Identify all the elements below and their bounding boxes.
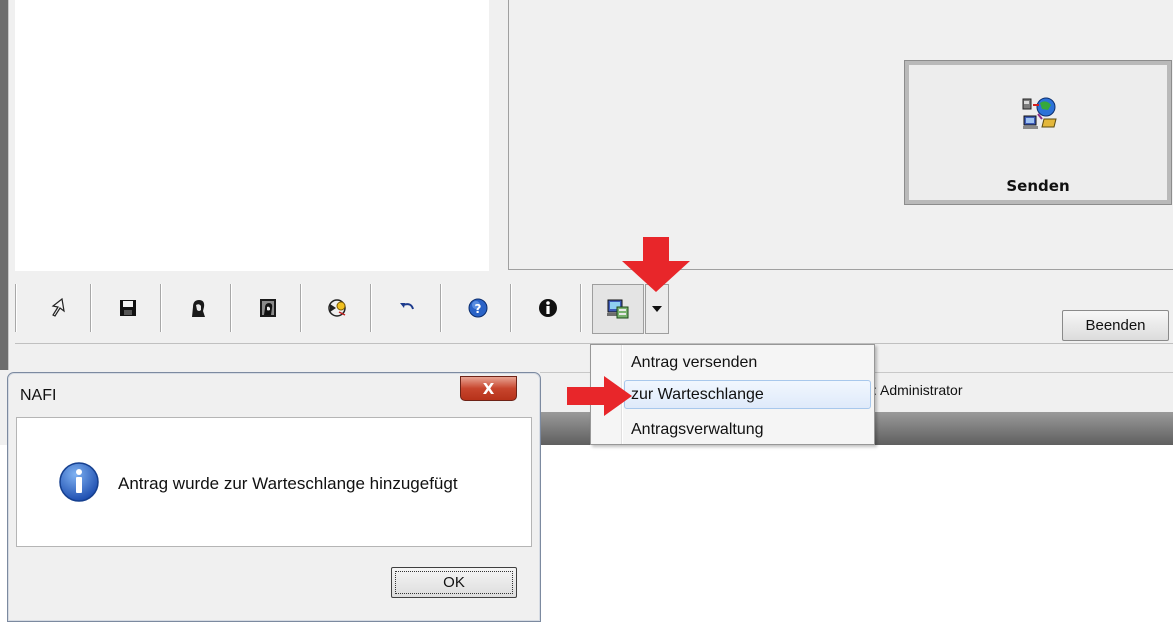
toolbar-separator bbox=[510, 284, 512, 332]
menu-item-antrag-versenden[interactable]: Antrag versenden bbox=[631, 349, 757, 377]
person-button[interactable] bbox=[174, 288, 222, 328]
focus-ring bbox=[395, 571, 513, 594]
toolbar-separator bbox=[90, 284, 92, 332]
menu-item-antragsverwaltung[interactable]: Antragsverwaltung bbox=[631, 416, 764, 444]
share-button[interactable] bbox=[314, 288, 362, 328]
toolbar-separator bbox=[440, 284, 442, 332]
save-button[interactable] bbox=[104, 288, 152, 328]
close-icon: X bbox=[482, 379, 495, 398]
svg-text:?: ? bbox=[475, 302, 482, 316]
info-icon bbox=[59, 462, 99, 502]
ok-button[interactable]: OK bbox=[391, 567, 517, 598]
menu-item-zur-warteschlange[interactable]: zur Warteschlange bbox=[631, 381, 764, 409]
dialog-message: Antrag wurde zur Warteschlange hinzugefü… bbox=[118, 474, 458, 493]
annotation-arrow-down-icon bbox=[622, 237, 690, 292]
dialog-title: NAFI bbox=[20, 387, 57, 404]
person-icon bbox=[192, 300, 205, 317]
pointer-icon bbox=[51, 297, 65, 317]
window-left-frame bbox=[8, 0, 15, 370]
toolbar-separator bbox=[300, 284, 302, 332]
status-user-text: : Administrator bbox=[873, 382, 963, 398]
undo-icon bbox=[400, 303, 414, 310]
send-button[interactable]: Senden bbox=[904, 60, 1172, 205]
framed-person-icon bbox=[260, 299, 276, 317]
dialog-close-button[interactable]: X bbox=[460, 376, 517, 401]
pointer-tool-button[interactable] bbox=[34, 288, 82, 328]
info-icon bbox=[539, 299, 557, 317]
toolbar-separator bbox=[580, 284, 582, 332]
help-button[interactable]: ? bbox=[454, 288, 502, 328]
save-icon bbox=[120, 300, 136, 316]
message-dialog: NAFI X Antrag wurde zur Warteschlange hi… bbox=[7, 372, 541, 622]
info-button[interactable] bbox=[524, 288, 572, 328]
framed-person-button[interactable] bbox=[244, 288, 292, 328]
toolbar-separator bbox=[370, 284, 372, 332]
share-icon bbox=[328, 299, 346, 317]
left-content-panel bbox=[15, 0, 489, 271]
undo-button[interactable] bbox=[384, 288, 432, 328]
toolbar-separator bbox=[160, 284, 162, 332]
network-send-icon bbox=[1022, 97, 1057, 129]
help-icon: ? bbox=[468, 298, 488, 318]
toolbar-separator bbox=[230, 284, 232, 332]
toolbar-separator bbox=[15, 284, 17, 332]
annotation-arrow-right-icon bbox=[567, 376, 632, 416]
toolbar: ? bbox=[15, 276, 1173, 340]
send-button-label: Senden bbox=[1006, 177, 1070, 195]
chevron-down-icon bbox=[652, 306, 662, 312]
beenden-button[interactable]: Beenden bbox=[1062, 310, 1169, 341]
window-left-border bbox=[0, 0, 8, 370]
network-send-icon bbox=[607, 299, 629, 319]
